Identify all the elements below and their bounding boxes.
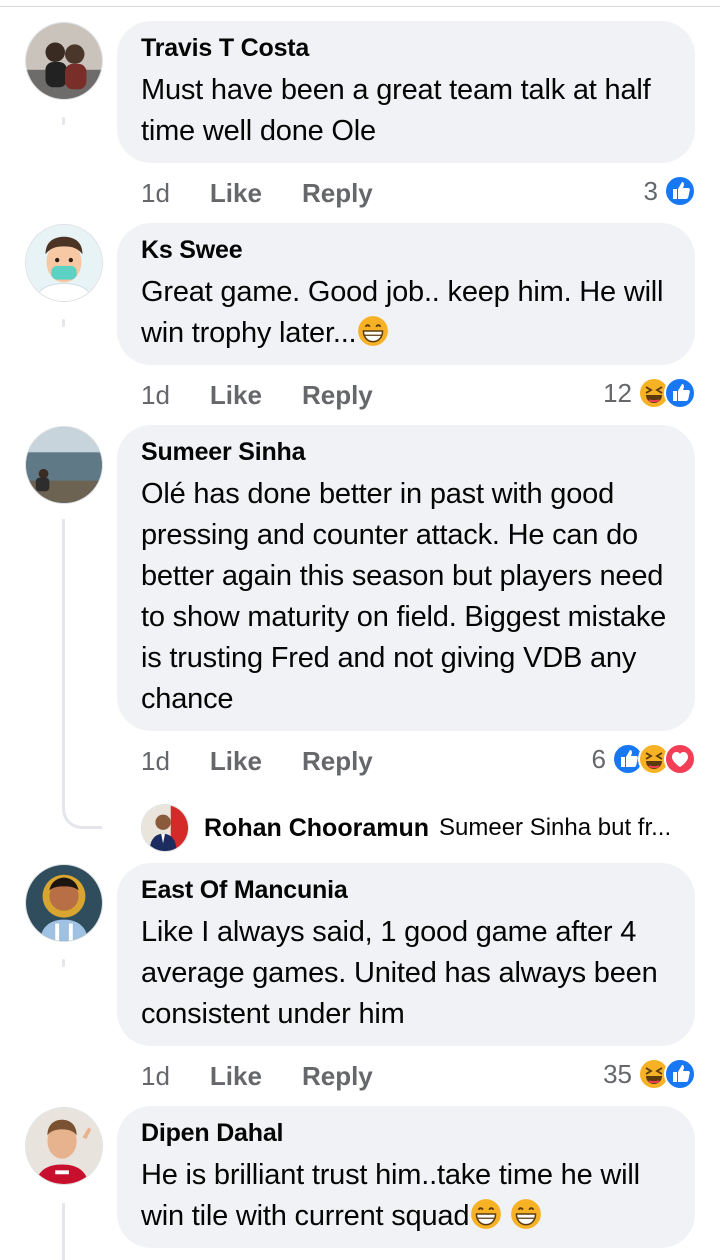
comment-text: Must have been a great team talk at half… (141, 74, 651, 147)
comment-time[interactable]: 1d (141, 178, 170, 208)
avatar[interactable] (25, 426, 103, 504)
comment-author[interactable]: Sumeer Sinha (141, 437, 671, 467)
like-icon (664, 175, 696, 207)
avatar[interactable] (25, 224, 103, 302)
comment-time[interactable]: 1d (141, 746, 170, 776)
like-icon (664, 377, 696, 409)
reaction-count: 3 (643, 175, 658, 206)
love-icon (664, 743, 696, 775)
like-button[interactable]: Like (210, 380, 262, 410)
comment-author[interactable]: Travis T Costa (141, 33, 671, 63)
reaction-count: 35 (603, 1058, 632, 1089)
reaction-summary[interactable]: 12 (603, 375, 696, 411)
reply-button[interactable]: Reply (302, 380, 373, 410)
comment-text-body: Great game. Good job.. keep him. He will… (141, 276, 664, 349)
avatar[interactable] (25, 22, 103, 100)
comment-text: Olé has done better in past with good pr… (141, 478, 667, 715)
comment-time[interactable]: 1d (141, 380, 170, 410)
comment-actions: 1d Like Reply (141, 173, 373, 213)
comment-text: He is brilliant trust him..take time he … (141, 1155, 671, 1237)
comment-author[interactable]: East Of Mancunia (141, 875, 671, 905)
comment-actions: 1d Like Reply (141, 741, 373, 781)
like-icon (664, 1058, 696, 1090)
comment-actions: 1d Like Reply (141, 1056, 373, 1096)
thread-line (62, 117, 65, 125)
reaction-count: 12 (603, 377, 632, 408)
comment-bubble: Sumeer Sinha Olé has done better in past… (117, 425, 695, 731)
grin-emoji-icon (358, 316, 389, 346)
comment-bubble: Dipen Dahal He is brilliant trust him..t… (117, 1106, 695, 1248)
reply-button[interactable]: Reply (302, 1061, 373, 1091)
comment-author[interactable]: Ks Swee (141, 235, 671, 265)
comment-time[interactable]: 1d (141, 1061, 170, 1091)
reply-author[interactable]: Rohan Chooramun (204, 814, 429, 843)
comment-text-body: He is brilliant trust him..take time he … (141, 1159, 640, 1232)
reply-preview-text: Sumeer Sinha but fr... (439, 814, 672, 841)
like-button[interactable]: Like (210, 1061, 262, 1091)
thread-line (62, 1203, 65, 1260)
grin-emoji-icon (471, 1199, 502, 1229)
thread-branch (62, 799, 102, 829)
like-button[interactable]: Like (210, 746, 262, 776)
reaction-summary[interactable]: 3 (644, 173, 696, 209)
thread-line (62, 319, 65, 327)
reaction-summary[interactable]: 35 (603, 1056, 696, 1092)
reply-avatar[interactable] (141, 804, 189, 852)
comment-bubble: Travis T Costa Must have been a great te… (117, 21, 695, 163)
thread-line (62, 519, 65, 799)
avatar[interactable] (25, 1107, 103, 1185)
reply-button[interactable]: Reply (302, 746, 373, 776)
comment-text: Like I always said, 1 good game after 4 … (141, 916, 658, 1030)
reply-button[interactable]: Reply (302, 178, 373, 208)
thread-line (62, 959, 65, 967)
top-divider (0, 6, 720, 7)
comment-text: Great game. Good job.. keep him. He will… (141, 272, 671, 354)
reaction-count: 6 (591, 743, 606, 774)
avatar[interactable] (25, 864, 103, 942)
comment-actions: 1d Like Reply (141, 375, 373, 415)
comment-author[interactable]: Dipen Dahal (141, 1118, 671, 1148)
comment-bubble: Ks Swee Great game. Good job.. keep him.… (117, 223, 695, 365)
comment-bubble: East Of Mancunia Like I always said, 1 g… (117, 863, 695, 1046)
grin-emoji-icon (511, 1199, 542, 1229)
reaction-summary[interactable]: 6 (592, 741, 696, 777)
reply-preview[interactable]: Rohan Chooramun Sumeer Sinha but fr... (141, 803, 671, 853)
like-button[interactable]: Like (210, 178, 262, 208)
